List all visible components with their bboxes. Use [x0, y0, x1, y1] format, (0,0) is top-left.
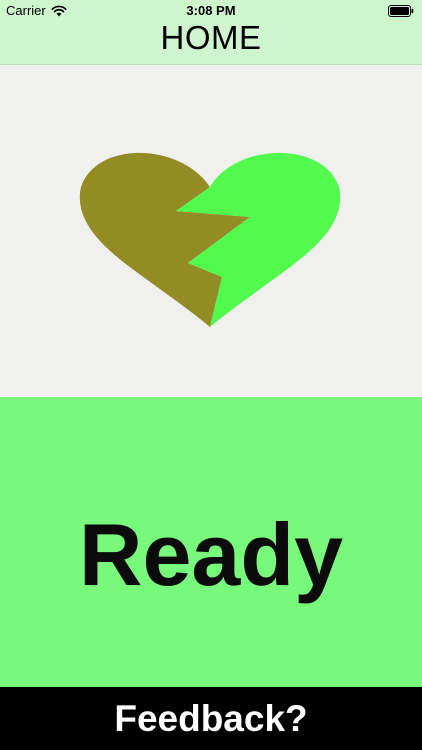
- heart-area: [0, 65, 422, 397]
- broken-heart-icon: [79, 152, 341, 327]
- status-time: 3:08 PM: [186, 3, 236, 18]
- battery-icon: [388, 5, 414, 17]
- top-bar: Carrier 3:08 PM HOME: [0, 0, 422, 65]
- status-text: Ready: [78, 505, 344, 604]
- page-title: HOME: [160, 19, 262, 56]
- feedback-button[interactable]: Feedback?: [0, 687, 422, 750]
- status-panel: Ready: [0, 397, 422, 687]
